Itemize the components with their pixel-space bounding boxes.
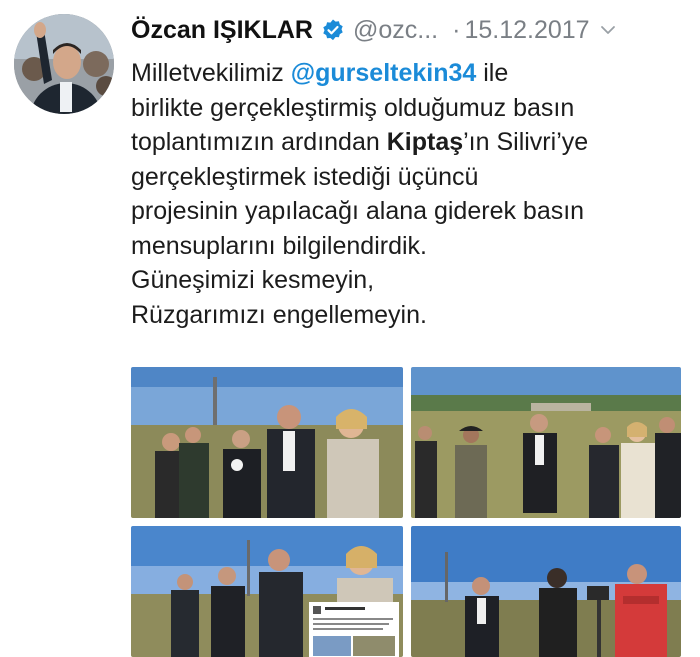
mention-link[interactable]: @gurseltekin34 bbox=[291, 59, 477, 87]
user-handle[interactable]: @ozc... bbox=[353, 16, 438, 45]
tweet-line: birlikte gerçekleştirmiş olduğumuz basın bbox=[131, 93, 575, 122]
photo-grid bbox=[131, 367, 681, 657]
text-segment: toplantımızın ardından bbox=[131, 128, 387, 156]
verified-badge-icon bbox=[321, 18, 345, 42]
avatar-image bbox=[14, 14, 114, 114]
tweet-line: gerçekleştirmek istediği üçüncü bbox=[131, 162, 479, 191]
avatar[interactable] bbox=[14, 14, 114, 114]
tweet-line: mensuplarını bilgilendirdik. bbox=[131, 231, 427, 260]
tweet-date[interactable]: 15.12.2017 bbox=[464, 16, 589, 45]
tweet-line: Rüzgarımızı engellemeyin. bbox=[131, 300, 427, 329]
text-segment: Milletvekilimiz bbox=[131, 59, 291, 87]
press-photo-2[interactable] bbox=[411, 367, 681, 518]
press-photo-1[interactable] bbox=[131, 367, 403, 518]
tweet-text: Milletvekilimiz @gurseltekin34 ile birli… bbox=[131, 56, 687, 332]
tweet-line: projesinin yapılacağı alana giderek bası… bbox=[131, 197, 585, 225]
chevron-down-icon[interactable] bbox=[600, 22, 616, 38]
tweet-line: Milletvekilimiz @gurseltekin34 ile bbox=[131, 56, 687, 91]
display-name[interactable]: Özcan IŞIKLAR bbox=[131, 16, 313, 45]
tweet-header: Özcan IŞIKLAR @ozc... · 15.12.2017 bbox=[131, 12, 687, 48]
press-photo-4[interactable] bbox=[411, 526, 681, 657]
tweet-card: Özcan IŞIKLAR @ozc... · 15.12.2017 Mille… bbox=[0, 0, 700, 657]
bold-text: Kiptaş bbox=[386, 128, 464, 156]
tweet-line: toplantımızın ardından Kiptaş’ın Silivri… bbox=[131, 125, 687, 160]
text-segment: ile bbox=[476, 59, 509, 87]
separator-dot: · bbox=[452, 15, 461, 44]
text-segment: ’ın Silivri’ye bbox=[463, 128, 589, 156]
tweet-line: Güneşimizi kesmeyin, bbox=[131, 266, 375, 294]
press-photo-3[interactable] bbox=[131, 526, 403, 657]
